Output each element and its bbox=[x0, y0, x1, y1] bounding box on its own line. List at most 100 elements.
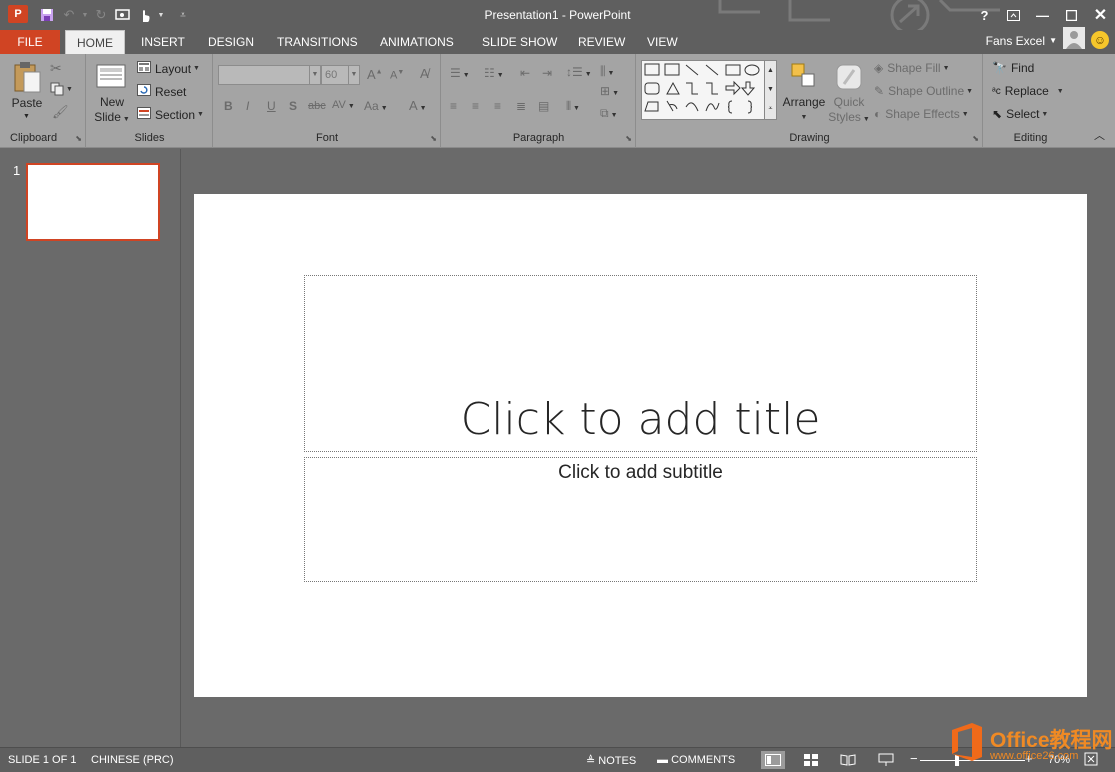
arrange-button[interactable]: Arrange ▼ bbox=[782, 58, 826, 126]
bold-icon[interactable]: B bbox=[224, 99, 233, 113]
avatar[interactable] bbox=[1063, 27, 1085, 52]
comments-button[interactable]: ▬ COMMENTS bbox=[657, 754, 735, 766]
find-button[interactable]: 🔭 Find bbox=[992, 61, 1034, 75]
cut-icon[interactable]: ✂ bbox=[50, 60, 62, 77]
bullets-icon[interactable]: ☰ ▼ bbox=[450, 66, 470, 80]
tab-insert[interactable]: INSERT bbox=[134, 30, 192, 54]
font-launcher-icon[interactable]: ⬊ bbox=[430, 134, 437, 143]
shapes-gallery[interactable] bbox=[641, 60, 765, 120]
paste-button[interactable]: Paste ▼ bbox=[8, 58, 46, 124]
account-dropdown-icon[interactable]: ▼ bbox=[1049, 36, 1057, 45]
arrange-icon bbox=[791, 63, 815, 87]
increase-font-size-icon[interactable]: A▲ bbox=[367, 67, 383, 82]
format-painter-icon[interactable]: 🖌 bbox=[52, 104, 69, 120]
undo-dropdown-icon[interactable]: ▼ bbox=[80, 4, 90, 26]
zoom-out-icon[interactable]: − bbox=[910, 751, 918, 766]
clear-formatting-icon[interactable]: A̸ bbox=[420, 66, 429, 81]
slide-count-status[interactable]: SLIDE 1 OF 1 bbox=[8, 754, 76, 766]
tab-design[interactable]: DESIGN bbox=[201, 30, 261, 54]
font-color-icon[interactable]: A ▼ bbox=[409, 98, 427, 113]
numbering-icon[interactable]: ☷ ▼ bbox=[484, 66, 504, 80]
align-left-icon[interactable]: ≡ bbox=[450, 99, 457, 113]
tab-slide-show[interactable]: SLIDE SHOW bbox=[475, 30, 564, 54]
shape-fill-label: Shape Fill bbox=[887, 61, 941, 75]
font-name-input[interactable] bbox=[218, 65, 321, 85]
section-label: Section bbox=[155, 107, 196, 122]
replace-button[interactable]: ᵃc Replace ▼ bbox=[992, 84, 1064, 98]
quick-styles-label-line1: Quick bbox=[833, 95, 865, 109]
strikethrough-icon[interactable]: abc bbox=[308, 100, 326, 112]
decrease-font-size-icon[interactable]: A▼ bbox=[390, 69, 404, 82]
subtitle-placeholder[interactable]: Click to add subtitle bbox=[304, 457, 977, 582]
new-slide-label-line1: New bbox=[99, 95, 124, 109]
copy-icon[interactable]: ▼ bbox=[50, 82, 73, 96]
align-right-icon[interactable]: ≡ bbox=[494, 99, 501, 113]
touch-mode-dropdown-icon[interactable]: ▼ bbox=[156, 4, 166, 26]
clipboard-launcher-icon[interactable]: ⬊ bbox=[75, 134, 82, 143]
collapse-ribbon-icon[interactable]: ︿ bbox=[1094, 127, 1105, 143]
align-text-icon[interactable]: ⊞ ▼ bbox=[600, 84, 619, 98]
slide-thumbnail[interactable] bbox=[26, 163, 160, 241]
distributed-icon[interactable]: ▤ bbox=[538, 99, 549, 113]
tab-file[interactable]: FILE bbox=[0, 30, 60, 54]
tab-review[interactable]: REVIEW bbox=[571, 30, 632, 54]
font-size-dropdown-icon[interactable]: ▼ bbox=[348, 65, 360, 85]
paste-dropdown-icon[interactable]: ▼ bbox=[23, 113, 30, 120]
italic-icon[interactable]: I bbox=[246, 99, 249, 113]
select-button[interactable]: ⬉ Select ▼ bbox=[992, 107, 1048, 121]
arrange-label: Arrange bbox=[782, 95, 826, 109]
start-slideshow-icon[interactable] bbox=[112, 4, 134, 26]
redo-icon[interactable]: ↻ bbox=[90, 4, 112, 26]
tab-animations[interactable]: ANIMATIONS bbox=[373, 30, 461, 54]
title-placeholder[interactable]: Click to add title bbox=[304, 275, 977, 452]
tab-home[interactable]: HOME bbox=[65, 30, 125, 54]
shapes-scroll[interactable]: ▲ ▼ ⩡ bbox=[764, 60, 777, 120]
shape-outline-button[interactable]: ✎ Shape Outline ▼ bbox=[874, 84, 973, 98]
reading-view-icon[interactable] bbox=[836, 751, 860, 769]
decrease-indent-icon[interactable]: ⇤ bbox=[520, 66, 530, 80]
section-button[interactable]: Section ▼ bbox=[137, 107, 204, 122]
slide-sorter-view-icon[interactable] bbox=[799, 751, 823, 769]
feedback-smiley-icon[interactable]: ☺ bbox=[1091, 31, 1109, 49]
touch-mode-icon[interactable] bbox=[134, 4, 156, 26]
slide-show-view-icon[interactable] bbox=[874, 751, 898, 769]
shape-effects-button[interactable]: ◐ Shape Effects ▼ bbox=[874, 107, 969, 121]
maximize-icon[interactable] bbox=[1057, 0, 1086, 30]
shape-fill-button[interactable]: ◈ Shape Fill ▼ bbox=[874, 61, 950, 75]
help-icon[interactable]: ? bbox=[970, 0, 999, 30]
shape-outline-icon: ✎ bbox=[874, 84, 885, 98]
language-status[interactable]: CHINESE (PRC) bbox=[91, 754, 174, 766]
reset-button[interactable]: Reset bbox=[137, 84, 186, 99]
new-slide-label-line2: Slide ▼ bbox=[94, 110, 130, 124]
text-shadow-icon[interactable]: S bbox=[289, 99, 297, 113]
justify-icon[interactable]: ≣ bbox=[516, 99, 526, 113]
layout-button[interactable]: Layout ▼ bbox=[137, 61, 200, 76]
reset-label: Reset bbox=[155, 84, 187, 99]
ribbon-display-options-icon[interactable] bbox=[999, 0, 1028, 30]
slide[interactable]: Click to add title Click to add subtitle bbox=[194, 194, 1087, 697]
convert-to-smartart-icon[interactable]: ⧉ ▼ bbox=[600, 106, 618, 121]
underline-icon[interactable]: U bbox=[267, 99, 276, 113]
columns-icon[interactable]: ⫴ ▼ bbox=[566, 99, 580, 114]
close-icon[interactable]: ✕ bbox=[1086, 0, 1115, 30]
tab-view[interactable]: VIEW bbox=[640, 30, 685, 54]
customize-qat-icon[interactable]: ⩡ bbox=[172, 4, 194, 26]
notes-button[interactable]: ≜ NOTES bbox=[586, 754, 636, 767]
account-name[interactable]: Fans Excel bbox=[986, 34, 1045, 48]
font-name-dropdown-icon[interactable]: ▼ bbox=[309, 65, 321, 85]
drawing-launcher-icon[interactable]: ⬊ bbox=[972, 134, 979, 143]
change-case-icon[interactable]: Aa ▼ bbox=[364, 99, 388, 113]
tab-transitions[interactable]: TRANSITIONS bbox=[270, 30, 365, 54]
increase-indent-icon[interactable]: ⇥ bbox=[542, 66, 552, 80]
new-slide-button[interactable]: New Slide ▼ bbox=[91, 58, 133, 126]
text-direction-icon[interactable]: ⫼ ▼ bbox=[600, 64, 614, 79]
minimize-icon[interactable]: — bbox=[1028, 0, 1057, 30]
align-center-icon[interactable]: ≡ bbox=[472, 99, 479, 113]
line-spacing-icon[interactable]: ↕☰ ▼ bbox=[566, 65, 592, 79]
character-spacing-icon[interactable]: AV ▼ bbox=[332, 99, 355, 111]
save-icon[interactable] bbox=[36, 4, 58, 26]
paragraph-launcher-icon[interactable]: ⬊ bbox=[625, 134, 632, 143]
quick-styles-button[interactable]: Quick Styles ▼ bbox=[827, 58, 871, 126]
undo-icon[interactable]: ↶ bbox=[58, 4, 80, 26]
normal-view-icon[interactable] bbox=[761, 751, 785, 769]
